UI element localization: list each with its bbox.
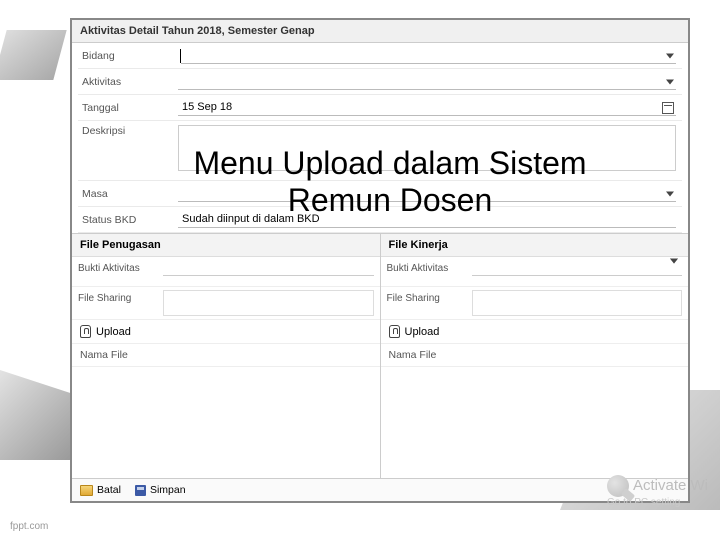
bidang-label: Bidang [78, 50, 178, 62]
status-value: Sudah diinput di dalam BKD [178, 211, 676, 228]
dialog-window: Aktivitas Detail Tahun 2018, Semester Ge… [70, 18, 690, 503]
windows-activation-watermark: Activate Wi Go to PC setting [607, 475, 708, 508]
penugasan-bukti-dropdown[interactable] [163, 260, 374, 276]
aktivitas-input[interactable] [178, 73, 676, 90]
watermark-line2: Go to PC setting [607, 497, 708, 508]
window-title: Aktivitas Detail Tahun 2018, Semester Ge… [72, 20, 688, 43]
kinerja-share-box[interactable] [472, 290, 683, 316]
save-icon [135, 485, 146, 496]
aktivitas-label: Aktivitas [78, 76, 178, 88]
penugasan-upload-button[interactable]: Upload [72, 320, 380, 344]
aktivitas-dropdown[interactable] [178, 73, 682, 90]
file-columns: File Penugasan Bukti Aktivitas File Shar… [72, 233, 688, 478]
simpan-label: Simpan [150, 484, 186, 496]
penugasan-bukti-label: Bukti Aktivitas [78, 260, 163, 274]
penugasan-share-box[interactable] [163, 290, 374, 316]
status-label: Status BKD [78, 214, 178, 226]
tanggal-label: Tanggal [78, 102, 178, 114]
file-kinerja-column: File Kinerja Bukti Aktivitas File Sharin… [381, 234, 689, 478]
bidang-input[interactable] [181, 47, 676, 64]
chevron-down-icon [666, 79, 674, 84]
penugasan-share-label: File Sharing [78, 290, 163, 304]
footer-credit: fppt.com [10, 521, 48, 532]
action-bar: Batal Simpan [72, 478, 688, 501]
penugasan-header: File Penugasan [72, 234, 380, 257]
folder-icon [80, 485, 93, 496]
file-penugasan-column: File Penugasan Bukti Aktivitas File Shar… [72, 234, 381, 478]
masa-label: Masa [78, 188, 178, 200]
masa-dropdown[interactable] [178, 185, 682, 202]
key-icon [607, 475, 629, 497]
watermark-line1: Activate Wi [633, 477, 708, 494]
kinerja-upload-button[interactable]: Upload [381, 320, 689, 344]
kinerja-namafile-label: Nama File [381, 344, 689, 367]
penugasan-namafile-label: Nama File [72, 344, 380, 367]
penugasan-upload-label: Upload [96, 326, 131, 338]
kinerja-header: File Kinerja [381, 234, 689, 257]
tanggal-datepicker[interactable] [178, 99, 682, 116]
upload-icon [389, 325, 400, 338]
calendar-icon[interactable] [662, 102, 674, 114]
kinerja-share-label: File Sharing [387, 290, 472, 304]
chevron-down-icon [666, 53, 674, 58]
bg-decoration [0, 30, 67, 80]
kinerja-upload-label: Upload [405, 326, 440, 338]
kinerja-bukti-dropdown[interactable] [472, 260, 683, 276]
tanggal-input[interactable] [178, 99, 676, 116]
kinerja-bukti-label: Bukti Aktivitas [387, 260, 472, 274]
bidang-dropdown[interactable] [178, 47, 682, 64]
batal-label: Batal [97, 484, 121, 496]
upload-icon [80, 325, 91, 338]
main-form: Bidang Aktivitas Tanggal Deskripsi [72, 43, 688, 233]
masa-input[interactable] [178, 185, 676, 202]
chevron-down-icon [666, 191, 674, 196]
deskripsi-label: Deskripsi [78, 125, 178, 137]
batal-button[interactable]: Batal [80, 484, 121, 496]
chevron-down-icon [670, 258, 678, 263]
deskripsi-textarea[interactable] [178, 125, 676, 171]
simpan-button[interactable]: Simpan [135, 484, 186, 496]
